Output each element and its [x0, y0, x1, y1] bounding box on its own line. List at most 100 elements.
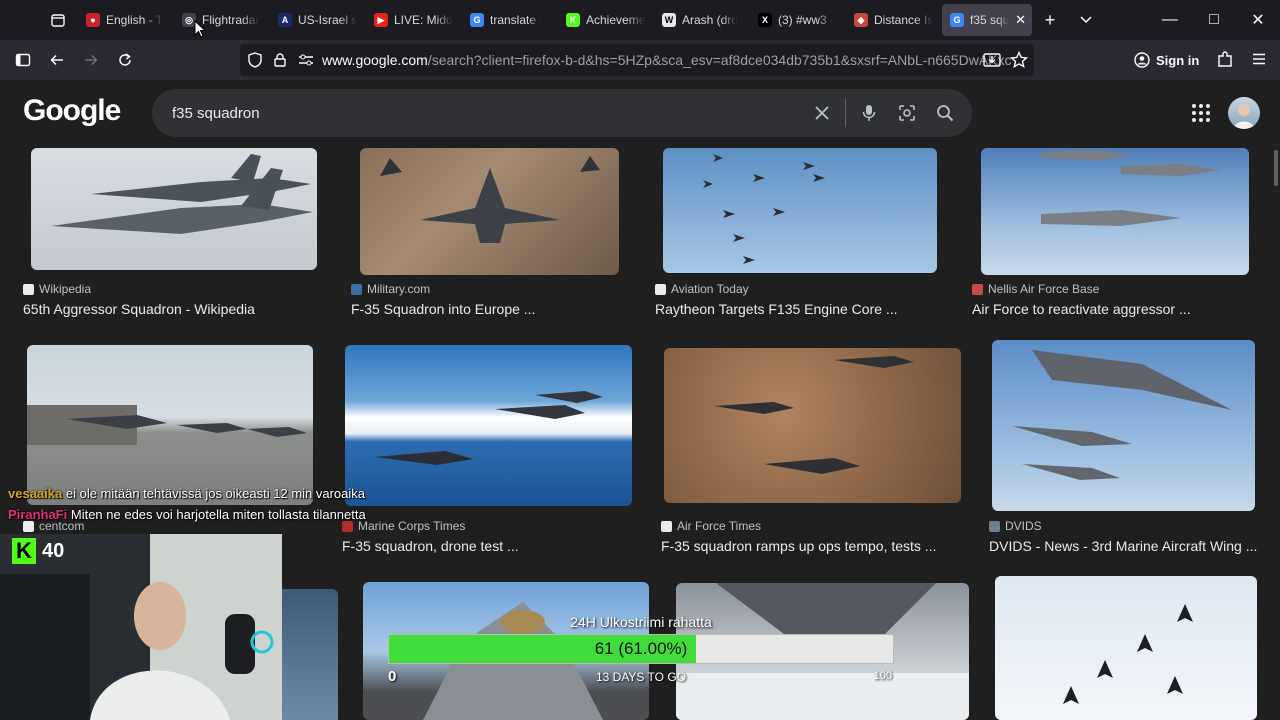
result-thumbnail[interactable] — [664, 348, 961, 503]
result-thumbnail[interactable] — [992, 340, 1255, 511]
browser-tab[interactable]: ▶ LIVE: Midd — [366, 4, 462, 36]
result-thumbnail[interactable] — [995, 576, 1257, 720]
clear-search-button[interactable] — [803, 106, 841, 120]
tab-favicon-icon: G — [470, 13, 484, 27]
camera-lens-icon — [899, 105, 915, 121]
image-search-button[interactable] — [888, 104, 926, 122]
chat-username: PiranhaFi — [8, 507, 68, 522]
fighter-jets-image — [1041, 150, 1221, 226]
tab-favicon-icon: X — [758, 13, 772, 27]
browser-tab[interactable]: X (3) #ww3 - — [750, 4, 846, 36]
reload-button[interactable] — [108, 44, 142, 76]
chat-text: Miten ne edes voi harjotella miten tolla… — [70, 507, 366, 522]
result-thumbnail[interactable] — [663, 148, 937, 273]
result-thumbnail[interactable] — [31, 148, 317, 270]
result-source[interactable]: Aviation Today — [655, 282, 749, 296]
result-source[interactable]: Air Force Times — [661, 519, 761, 533]
voice-search-button[interactable] — [850, 104, 888, 122]
search-input[interactable]: f35 squadron — [172, 105, 803, 122]
result-title[interactable]: F-35 squadron, drone test ... — [342, 538, 519, 554]
result-source-name: Wikipedia — [39, 282, 92, 296]
sidebar-icon — [15, 53, 31, 67]
google-logo[interactable]: Google — [23, 94, 121, 128]
aviation-today-icon — [655, 283, 666, 295]
search-button[interactable] — [926, 104, 964, 122]
close-window-button[interactable]: ✕ — [1236, 0, 1280, 40]
tab-favicon-icon: ◈ — [854, 13, 868, 27]
list-all-tabs-button[interactable] — [1068, 4, 1104, 36]
result-source[interactable]: Nellis Air Force Base — [972, 282, 1099, 296]
result-thumbnail[interactable] — [282, 589, 338, 720]
search-box[interactable]: f35 squadron — [152, 89, 972, 137]
result-title[interactable]: Raytheon Targets F135 Engine Core ... — [655, 301, 898, 317]
desert-jets-image — [714, 356, 914, 474]
browser-tab[interactable]: Gtranslate - — [462, 4, 558, 36]
sign-in-button[interactable]: Sign in — [1134, 46, 1199, 74]
browser-tab[interactable]: K Achieveme — [558, 4, 654, 36]
app-menu-button[interactable] — [1252, 52, 1266, 71]
shield-icon[interactable] — [248, 52, 262, 68]
url-text[interactable]: www.google.com/search?client=firefox-b-d… — [322, 52, 1012, 68]
forward-button[interactable] — [74, 44, 108, 76]
tab-title: f35 squ — [970, 13, 1010, 27]
sidebar-button[interactable] — [6, 44, 40, 76]
maximize-button[interactable]: □ — [1192, 0, 1236, 40]
result-title[interactable]: Air Force to reactivate aggressor ... — [972, 301, 1191, 317]
back-button[interactable] — [40, 44, 74, 76]
tab-title: LIVE: Midd — [394, 13, 453, 27]
fighter-jets-image — [51, 154, 313, 234]
extensions-button[interactable] — [1216, 51, 1234, 74]
plus-icon: + — [1044, 9, 1056, 30]
result-thumbnail[interactable] — [360, 148, 619, 275]
browser-tab[interactable]: Gf35 squ ✕ — [942, 4, 1032, 36]
sign-in-label: Sign in — [1156, 52, 1200, 68]
browser-tab[interactable]: ◈ Distance Is — [846, 4, 942, 36]
reader-view-button[interactable] — [983, 52, 1001, 73]
goal-days-left: 13 DAYS TO GO — [595, 670, 687, 684]
fighter-jets-image — [380, 156, 600, 243]
arrow-right-icon — [85, 54, 98, 66]
tab-title: Arash (dro — [682, 13, 739, 27]
avatar[interactable] — [1228, 97, 1260, 129]
goal-progress-bar: 61 (61.00%) — [388, 634, 894, 664]
goal-title: 24H Ulkostriimi rahatta — [570, 614, 712, 630]
result-thumbnail[interactable] — [981, 148, 1249, 275]
result-title[interactable]: F-35 squadron ramps up ops tempo, tests … — [661, 538, 936, 554]
browser-tab[interactable]: ● English - T — [78, 4, 174, 36]
result-source-name: Air Force Times — [677, 519, 762, 533]
new-tab-button[interactable]: + — [1032, 4, 1068, 36]
minimize-button[interactable]: — — [1148, 0, 1192, 40]
google-apps-button[interactable] — [1190, 102, 1212, 124]
wikipedia-icon — [23, 283, 34, 295]
result-title[interactable]: 65th Aggressor Squadron - Wikipedia — [23, 301, 255, 317]
browser-tab[interactable]: W Arash (dro — [654, 4, 750, 36]
tab-title: English - T — [106, 13, 164, 27]
result-source-name: Aviation Today — [671, 282, 749, 296]
address-bar[interactable]: www.google.com/search?client=firefox-b-d… — [240, 44, 1034, 76]
google-header: Google f35 squadron — [0, 80, 1280, 146]
chat-text: ei ole mitään tehtävissä jos oikeasti 12… — [65, 486, 366, 501]
result-source[interactable]: Military.com — [351, 282, 430, 296]
permissions-icon[interactable] — [298, 53, 314, 67]
result-title[interactable]: F-35 Squadron into Europe ... — [351, 301, 535, 317]
browser-tab[interactable]: A US-Israel s — [270, 4, 366, 36]
nellis-afb-icon — [972, 283, 983, 295]
lock-icon[interactable] — [274, 53, 286, 67]
jets-over-clouds-image — [375, 391, 603, 465]
result-source[interactable]: DVIDS — [989, 519, 1042, 533]
browser-tab[interactable]: ◎ Flightradar — [174, 4, 270, 36]
result-thumbnail[interactable] — [345, 345, 632, 506]
result-source[interactable]: Wikipedia — [23, 282, 91, 296]
kick-viewer-count: K 40 — [12, 538, 64, 564]
close-tab-icon[interactable]: ✕ — [1015, 12, 1026, 28]
tab-overview-button[interactable] — [38, 0, 78, 40]
bookmark-button[interactable] — [1009, 50, 1029, 74]
search-divider — [845, 99, 846, 127]
scrollbar-thumb[interactable] — [1274, 150, 1278, 186]
result-title[interactable]: DVIDS - News - 3rd Marine Aircraft Wing … — [989, 538, 1257, 554]
chat-message: PiranhaFi Miten ne edes voi harjotella m… — [8, 507, 366, 522]
viewer-count: 40 — [42, 539, 65, 562]
result-thumbnail[interactable] — [27, 345, 313, 505]
page-scrollbar[interactable] — [1272, 146, 1280, 720]
chevron-down-icon — [1080, 16, 1092, 24]
